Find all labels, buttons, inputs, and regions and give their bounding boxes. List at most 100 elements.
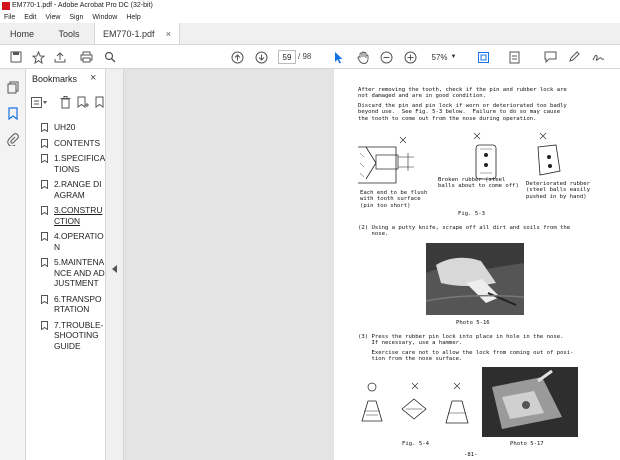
- previous-page-icon[interactable]: [229, 49, 245, 65]
- tab-document-label: EM770-1.pdf: [103, 28, 155, 39]
- tab-close-icon[interactable]: ×: [166, 29, 171, 39]
- photo-5-17-label: Photo 5-17: [510, 441, 544, 447]
- photo-5-16-image: [425, 243, 525, 315]
- step-2-text: (2) Using a putty knife, scrape off all …: [358, 225, 571, 238]
- title-bar: EM770-1.pdf - Adobe Acrobat Pro DC (32-b…: [0, 0, 620, 11]
- menu-help[interactable]: Help: [126, 14, 140, 21]
- options-menu-icon[interactable]: [31, 97, 47, 108]
- page-total: / 98: [298, 52, 312, 61]
- paragraph-discard-pin: Discard the pin and pin lock if worn or …: [358, 103, 567, 122]
- broken-rubber-sketch: [473, 132, 497, 180]
- tab-document[interactable]: EM770-1.pdf ×: [94, 23, 180, 44]
- photo-5-17-image: [482, 367, 578, 437]
- attachments-icon[interactable]: [5, 131, 21, 147]
- delete-icon[interactable]: [60, 96, 71, 109]
- bookmark-item[interactable]: 6.TRANSPORTATION: [26, 293, 105, 315]
- fit-page-icon[interactable]: [475, 49, 491, 65]
- pages-thumbnail-icon[interactable]: [5, 79, 21, 95]
- bookmarks-panel: Bookmarks × UH20 CONTENTS 1.SPECIFICATIO…: [26, 69, 106, 460]
- bookmark-item[interactable]: 1.SPECIFICATIONS: [26, 153, 106, 174]
- bookmark-item[interactable]: 2.RANGE DIAGRAM: [26, 179, 105, 200]
- bookmarks-toolbar: [31, 95, 105, 111]
- page-number-input[interactable]: 59: [278, 50, 296, 64]
- caption-pin-short: Each end to be flush with tooth surface …: [360, 190, 428, 209]
- pen-icon[interactable]: [566, 49, 582, 65]
- bookmark-label: 2.RANGE DIAGRAM: [54, 179, 102, 200]
- next-page-icon[interactable]: [253, 49, 269, 65]
- bookmark-icon: [41, 206, 48, 215]
- acrobat-app-icon: [2, 1, 10, 10]
- bookmarks-list: UH20 CONTENTS 1.SPECIFICATIONS 2.RANGE D…: [26, 122, 106, 356]
- expand-bookmark-icon[interactable]: [95, 96, 105, 109]
- bookmark-item[interactable]: 7.TROUBLE-SHOOTING GUIDE: [26, 319, 105, 352]
- new-bookmark-icon[interactable]: [77, 96, 89, 109]
- bookmark-label: 6.TRANSPORTATION: [54, 293, 102, 315]
- menu-edit[interactable]: Edit: [24, 14, 36, 21]
- select-cursor-icon[interactable]: [331, 49, 347, 65]
- hand-tool-icon[interactable]: [355, 49, 371, 65]
- menu-window[interactable]: Window: [92, 14, 117, 21]
- deteriorated-rubber-sketch: [537, 132, 561, 176]
- menu-view[interactable]: View: [45, 14, 60, 21]
- tab-bar: Home Tools EM770-1.pdf ×: [0, 23, 620, 45]
- zoom-level-value: 57%: [431, 52, 448, 62]
- navigation-rail: [0, 69, 26, 460]
- sign-icon[interactable]: [590, 49, 606, 65]
- search-icon[interactable]: [102, 49, 118, 65]
- bookmark-label: UH20: [54, 122, 76, 132]
- save-icon[interactable]: [8, 49, 24, 65]
- print-icon[interactable]: [78, 49, 94, 65]
- bookmark-item[interactable]: UH20: [26, 122, 105, 133]
- panel-collapse-handle[interactable]: [106, 69, 124, 460]
- bookmark-label: 4.OPERATION: [54, 231, 104, 252]
- pin-flush-sketch: [358, 136, 414, 184]
- menu-bar: File Edit View Sign Window Help: [0, 11, 620, 23]
- collapse-arrow-icon[interactable]: [112, 265, 117, 273]
- figure-5-3-label: Fig. 5-3: [458, 211, 485, 217]
- paragraph-check-pin: After removing the tooth, check if the p…: [358, 87, 567, 100]
- figure-5-4-sketches: [361, 382, 469, 424]
- bookmark-icon: [41, 294, 48, 304]
- bookmark-icon: [41, 258, 48, 267]
- window-title: EM770-1.pdf - Adobe Acrobat Pro DC (32-b…: [12, 2, 153, 9]
- bookmark-label: 1.SPECIFICATIONS: [54, 153, 106, 174]
- bookmarks-title: Bookmarks: [32, 74, 78, 84]
- document-viewer[interactable]: After removing the tooth, check if the p…: [124, 69, 620, 460]
- chevron-down-icon: ▼: [450, 54, 457, 60]
- bookmark-star-icon[interactable]: [30, 49, 46, 65]
- bookmark-icon: [41, 123, 48, 132]
- bookmarks-panel-icon[interactable]: [5, 105, 21, 121]
- bookmark-item-current[interactable]: 3.CONSTRUCTION: [26, 205, 105, 226]
- caption-broken-rubber: Broken rubber (steel balls about to come…: [438, 177, 519, 190]
- upload-icon[interactable]: [52, 49, 68, 65]
- zoom-out-icon[interactable]: [378, 49, 394, 65]
- page-footer-number: -81-: [464, 452, 478, 458]
- bookmark-label: 7.TROUBLE-SHOOTING GUIDE: [54, 319, 104, 351]
- pdf-page: After removing the tooth, check if the p…: [334, 69, 620, 460]
- bookmark-icon: [41, 180, 48, 189]
- caption-deteriorated-rubber: Deteriorated rubber (steel balls easily …: [526, 181, 590, 200]
- comment-icon[interactable]: [542, 49, 558, 65]
- zoom-in-icon[interactable]: [402, 49, 418, 65]
- bookmark-icon: [41, 154, 48, 163]
- bookmark-item[interactable]: 5.MAINTENANCE AND ADJUSTMENT: [26, 257, 105, 289]
- close-panel-icon[interactable]: ×: [90, 72, 96, 84]
- zoom-level-select[interactable]: 57% ▼: [427, 50, 461, 64]
- bookmark-icon: [41, 138, 48, 148]
- menu-sign[interactable]: Sign: [69, 14, 83, 21]
- step-3-caution-text: Exercise care not to allow the lock from…: [371, 350, 574, 363]
- bookmark-icon: [41, 320, 48, 330]
- photo-5-16-label: Photo 5-16: [456, 320, 490, 326]
- bookmark-item[interactable]: 4.OPERATION: [26, 231, 105, 252]
- tab-home[interactable]: Home: [0, 23, 44, 44]
- bookmark-label: 3.CONSTRUCTION: [54, 205, 103, 226]
- main-toolbar: 59 / 98 57% ▼: [0, 45, 620, 69]
- scroll-mode-icon[interactable]: [506, 49, 522, 65]
- menu-file[interactable]: File: [4, 14, 15, 21]
- step-3-text: (3) Press the rubber pin lock into place…: [358, 334, 564, 347]
- tab-tools[interactable]: Tools: [44, 23, 94, 44]
- bookmark-icon: [41, 232, 48, 241]
- bookmark-label: 5.MAINTENANCE AND ADJUSTMENT: [54, 257, 105, 288]
- figure-5-4-label: Fig. 5-4: [402, 441, 429, 447]
- bookmark-item[interactable]: CONTENTS: [26, 138, 105, 149]
